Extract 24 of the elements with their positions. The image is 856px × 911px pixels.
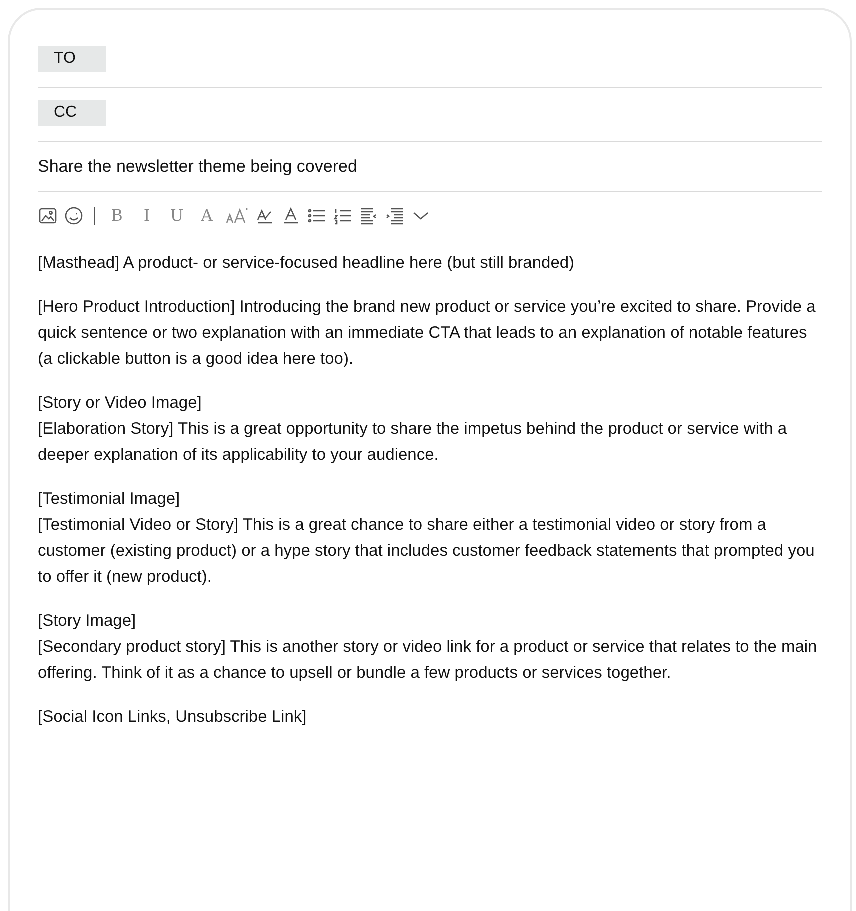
font-size-icon[interactable] bbox=[225, 206, 249, 226]
format-button[interactable]: A bbox=[195, 208, 219, 224]
body-paragraph: [Testimonial Image] bbox=[38, 489, 182, 510]
outdent-icon[interactable] bbox=[359, 206, 379, 226]
font-color-icon[interactable] bbox=[281, 206, 301, 226]
emoji-icon[interactable] bbox=[64, 206, 84, 226]
body-paragraph: [Story Image] bbox=[38, 611, 138, 632]
body-paragraph: [Social Icon Links, Unsubscribe Link] bbox=[38, 707, 308, 728]
body-paragraph: [Secondary product story] This is another story or video link for a product or service that relates to the main offering. Think of it as a chance to upsell or bundle a few products or services together. bbox=[38, 637, 818, 684]
numbered-list-icon[interactable] bbox=[333, 206, 353, 226]
recipient-label: TO bbox=[38, 46, 106, 72]
format-button[interactable]: I bbox=[135, 208, 159, 224]
image-icon[interactable] bbox=[38, 206, 58, 226]
body-paragraph: [Testimonial Video or Story] This is a great chance to share either a testimonial video or story from a customer (existing product) or a hype story that includes customer feedback statements that prompted you to offer it (new product). bbox=[38, 515, 816, 588]
recipient-label: CC bbox=[38, 100, 106, 126]
indent-icon[interactable] bbox=[385, 206, 405, 226]
body-paragraph: [Elaboration Story] This is a great opportunity to share the impetus behind the product or service with a deeper explanation of its applicability to your audience. bbox=[38, 419, 788, 466]
body-paragraph: [Hero Product Introduction] Introducing the brand new product or service you’re excited to share. Provide a quick sentence or two explanation with an immediate CTA that leads to an explanation of notable features (a clickable button is a good idea here too). bbox=[38, 297, 817, 370]
format-button[interactable]: B bbox=[105, 208, 129, 224]
subject-field[interactable]: Share the newsletter theme being covered bbox=[38, 154, 358, 180]
format-button[interactable]: U bbox=[165, 208, 189, 224]
body-paragraph: [Story or Video Image] bbox=[38, 393, 203, 414]
toolbar-divider bbox=[94, 207, 95, 225]
body-paragraph: [Masthead] A product- or service-focused headline here (but still branded) bbox=[38, 253, 576, 274]
